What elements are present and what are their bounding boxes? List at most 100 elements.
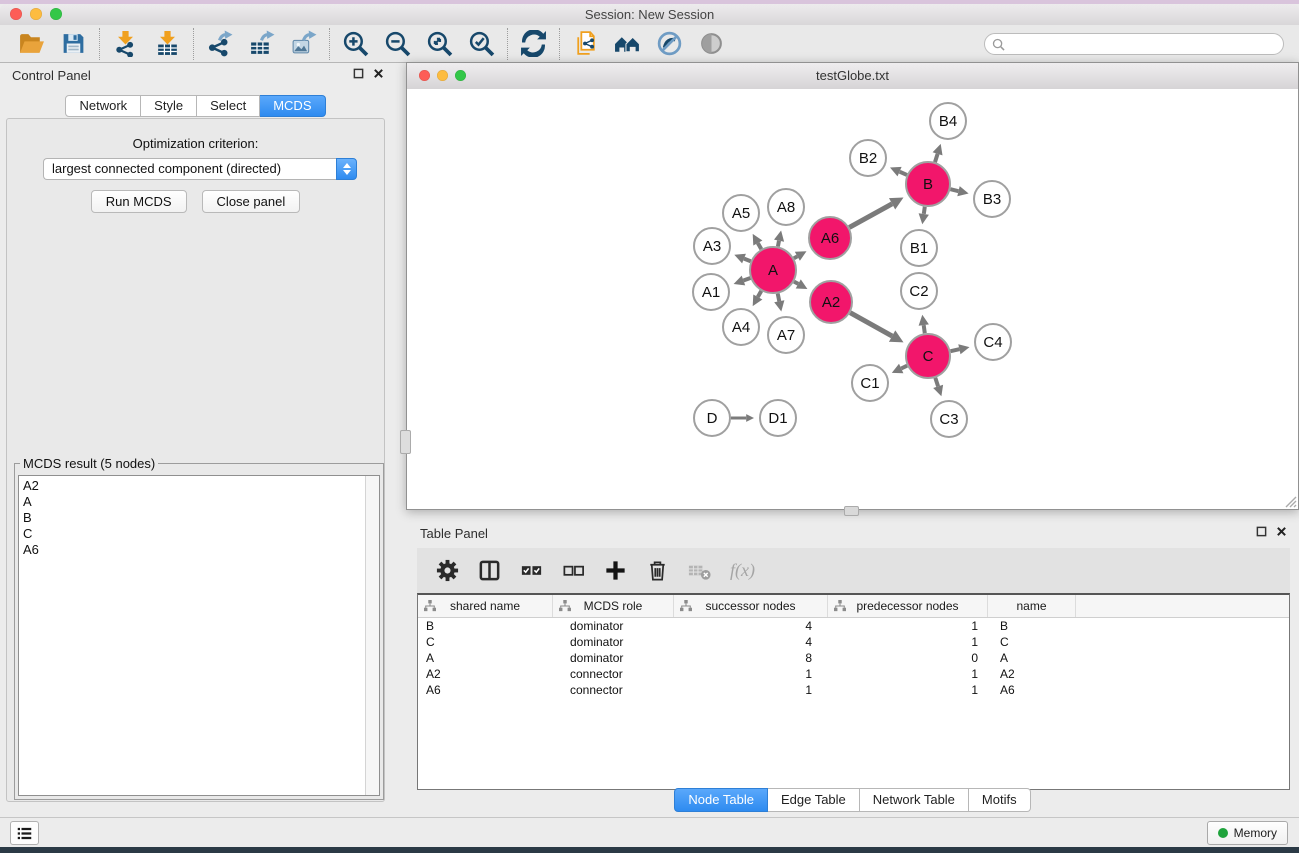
import-table-icon[interactable] [153,29,182,58]
minimize-window-button[interactable] [30,8,42,20]
table-cell[interactable]: 1 [674,667,828,681]
tab-network-table[interactable]: Network Table [860,788,969,812]
table-cell[interactable]: 1 [674,683,828,697]
table-cell[interactable]: A6 [418,683,553,697]
table-cell[interactable]: B [988,619,1076,633]
close-table-panel-icon[interactable] [1276,526,1287,537]
graph-node-D1[interactable]: D1 [760,400,796,436]
network-canvas[interactable]: B4B2BB3A5A8A6B1A3AC2A1A2A4A7C4CC1C3DD1 [407,89,1298,509]
column-header-predecessor-nodes[interactable]: predecessor nodes [828,595,988,617]
close-panel-icon[interactable] [373,68,384,79]
table-cell[interactable]: dominator [553,619,674,633]
delete-table-icon[interactable] [686,558,712,584]
zoom-out-icon[interactable] [383,29,412,58]
toggle-graphics-details-icon[interactable] [655,29,684,58]
float-table-panel-icon[interactable] [1256,526,1267,537]
memory-button[interactable]: Memory [1207,821,1288,845]
graph-node-A2[interactable]: A2 [810,281,852,323]
mcds-result-item[interactable]: C [23,526,366,542]
table-row[interactable]: Cdominator41C [418,634,1289,650]
zoom-window-button[interactable] [50,8,62,20]
vertical-splitter-grip[interactable] [400,430,411,454]
graph-node-A[interactable]: A [750,247,796,293]
table-cell[interactable]: connector [553,667,674,681]
graph-node-B3[interactable]: B3 [974,181,1010,217]
tab-edge-table[interactable]: Edge Table [768,788,860,812]
column-header-MCDS-role[interactable]: MCDS role [553,595,674,617]
table-row[interactable]: A6connector11A6 [418,682,1289,698]
table-cell[interactable]: A [988,651,1076,665]
table-row[interactable]: Adominator80A [418,650,1289,666]
zoom-in-icon[interactable] [341,29,370,58]
graph-node-A3[interactable]: A3 [694,228,730,264]
graph-node-C4[interactable]: C4 [975,324,1011,360]
column-header-shared-name[interactable]: shared name [418,595,553,617]
table-cell[interactable]: C [418,635,553,649]
graph-node-A1[interactable]: A1 [693,274,729,310]
export-network-icon[interactable] [205,29,234,58]
tab-motifs[interactable]: Motifs [969,788,1031,812]
table-cell[interactable]: 4 [674,619,828,633]
table-cell[interactable]: connector [553,683,674,697]
tab-node-table[interactable]: Node Table [674,788,768,812]
table-cell[interactable]: 4 [674,635,828,649]
import-network-icon[interactable] [111,29,140,58]
table-cell[interactable]: A2 [988,667,1076,681]
save-icon[interactable] [59,29,88,58]
network-from-selection-icon[interactable] [571,29,600,58]
refresh-icon[interactable] [519,29,548,58]
graph-node-B2[interactable]: B2 [850,140,886,176]
table-cell[interactable]: 0 [828,651,988,665]
table-cell[interactable]: A6 [988,683,1076,697]
network-close-button[interactable] [419,70,430,81]
table-cell[interactable]: 1 [828,619,988,633]
graph-node-D[interactable]: D [694,400,730,436]
search-input[interactable] [984,33,1284,55]
graph-node-A4[interactable]: A4 [723,309,759,345]
graph-node-A8[interactable]: A8 [768,189,804,225]
mcds-result-item[interactable]: B [23,510,366,526]
network-titlebar[interactable]: testGlobe.txt [407,63,1298,90]
table-row[interactable]: A2connector11A2 [418,666,1289,682]
mcds-result-item[interactable]: A2 [23,478,366,494]
mcds-result-item[interactable]: A [23,494,366,510]
graph-node-C2[interactable]: C2 [901,273,937,309]
tab-network[interactable]: Network [65,95,141,117]
graph-node-B4[interactable]: B4 [930,103,966,139]
zoom-selected-icon[interactable] [467,29,496,58]
add-column-icon[interactable] [602,558,628,584]
function-builder-icon[interactable]: f(x) [730,560,755,581]
table-cell[interactable]: 1 [828,683,988,697]
task-history-button[interactable] [10,821,39,845]
result-scrollbar[interactable] [365,476,379,795]
close-window-button[interactable] [10,8,22,20]
deselect-all-icon[interactable] [560,558,586,584]
graph-node-C3[interactable]: C3 [931,401,967,437]
zoom-fit-icon[interactable] [425,29,454,58]
graph-node-A7[interactable]: A7 [768,317,804,353]
tab-select[interactable]: Select [197,95,260,117]
network-minimize-button[interactable] [437,70,448,81]
show-hide-eye-icon[interactable] [697,29,726,58]
graph-node-B[interactable]: B [906,162,950,206]
table-cell[interactable]: B [418,619,553,633]
graph-node-B1[interactable]: B1 [901,230,937,266]
graph-node-C[interactable]: C [906,334,950,378]
table-cell[interactable]: dominator [553,651,674,665]
graph-node-C1[interactable]: C1 [852,365,888,401]
graph-node-A5[interactable]: A5 [723,195,759,231]
home-icon[interactable] [613,29,642,58]
tab-style[interactable]: Style [141,95,197,117]
table-cell[interactable]: A2 [418,667,553,681]
column-view-icon[interactable] [476,558,502,584]
delete-column-icon[interactable] [644,558,670,584]
table-cell[interactable]: C [988,635,1076,649]
optimization-criterion-dropdown[interactable]: largest connected component (directed) [43,158,357,180]
tab-mcds[interactable]: MCDS [260,95,325,117]
table-cell[interactable]: dominator [553,635,674,649]
export-image-icon[interactable] [289,29,318,58]
table-cell[interactable]: 1 [828,635,988,649]
export-table-icon[interactable] [247,29,276,58]
resize-grip-icon[interactable] [1282,493,1297,508]
settings-icon[interactable] [434,558,460,584]
